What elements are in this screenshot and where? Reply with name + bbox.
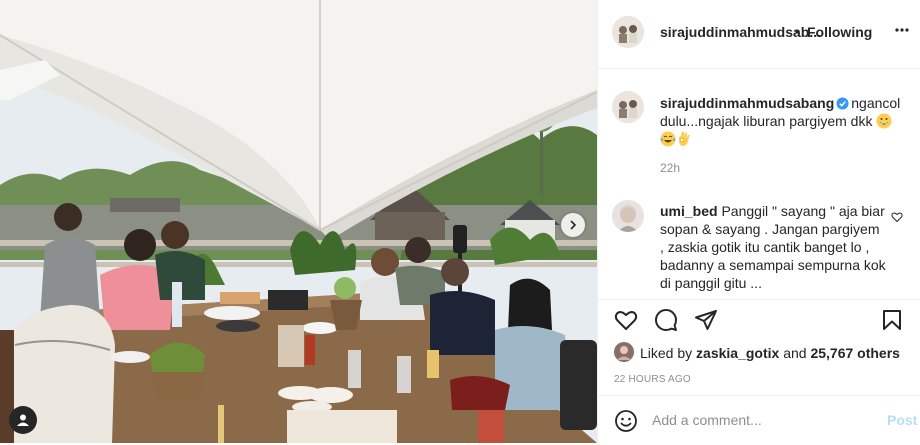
- verified-badge-icon: [836, 97, 849, 110]
- tagged-users-button[interactable]: [9, 406, 37, 434]
- avatar[interactable]: [612, 16, 644, 48]
- post-sidebar: sirajuddinmahmudsab... • Following siraj…: [597, 0, 920, 443]
- liked-by-username[interactable]: zaskia_gotix: [696, 345, 779, 361]
- likes-count[interactable]: 25,767 others: [810, 345, 900, 361]
- like-comment-heart-icon[interactable]: [891, 211, 903, 223]
- add-comment-bar: Post: [598, 395, 920, 445]
- avatar-photo-icon: [612, 91, 644, 123]
- likes-text: Liked by zaskia_gotix and 25,767 others: [640, 345, 900, 361]
- heart-icon[interactable]: [614, 308, 638, 332]
- tears-of-joy-icon: [660, 131, 676, 147]
- bookmark-icon[interactable]: [880, 308, 904, 332]
- post-timestamp[interactable]: 22 HOURS AGO: [614, 374, 691, 385]
- more-options-icon[interactable]: [895, 28, 909, 32]
- post-header: sirajuddinmahmudsab... • Following: [598, 0, 920, 69]
- caption-text-block: sirajuddinmahmudsabang ngancol dulu...nga…: [660, 94, 910, 148]
- likes-prefix: Liked by: [640, 345, 697, 361]
- comments-list[interactable]: sirajuddinmahmudsabang ngancol dulu...nga…: [598, 69, 920, 299]
- post-photo[interactable]: [0, 0, 597, 443]
- next-photo-button[interactable]: [561, 213, 585, 237]
- share-icon[interactable]: [694, 308, 718, 332]
- caption-avatar[interactable]: [612, 91, 644, 123]
- comment-text-block: umi_bed Panggil " sayang " aja biar sopa…: [660, 202, 886, 292]
- likes-and: and: [779, 345, 811, 361]
- comment-username[interactable]: umi_bed: [660, 203, 718, 219]
- ok-hand-icon: [678, 131, 690, 146]
- comment-avatar[interactable]: [612, 200, 644, 232]
- caption-username[interactable]: sirajuddinmahmudsabang: [660, 95, 834, 111]
- action-bar: Liked by zaskia_gotix and 25,767 others …: [598, 299, 920, 444]
- avatar-photo-icon: [612, 16, 644, 48]
- separator-dot: •: [795, 23, 800, 39]
- user-icon: [17, 414, 29, 426]
- liker-avatar: [614, 342, 634, 362]
- photo-scene: [0, 0, 597, 443]
- chevron-right-icon: [570, 220, 577, 230]
- caption-timestamp[interactable]: 22h: [660, 161, 680, 175]
- add-comment-input[interactable]: [652, 410, 872, 430]
- avatar-photo-icon: [612, 200, 644, 232]
- following-button[interactable]: Following: [807, 24, 872, 40]
- comment-icon[interactable]: [654, 308, 678, 332]
- emoji-smile-icon[interactable]: [614, 409, 638, 433]
- grinning-face-icon: [876, 113, 892, 129]
- post-comment-button[interactable]: Post: [887, 412, 917, 428]
